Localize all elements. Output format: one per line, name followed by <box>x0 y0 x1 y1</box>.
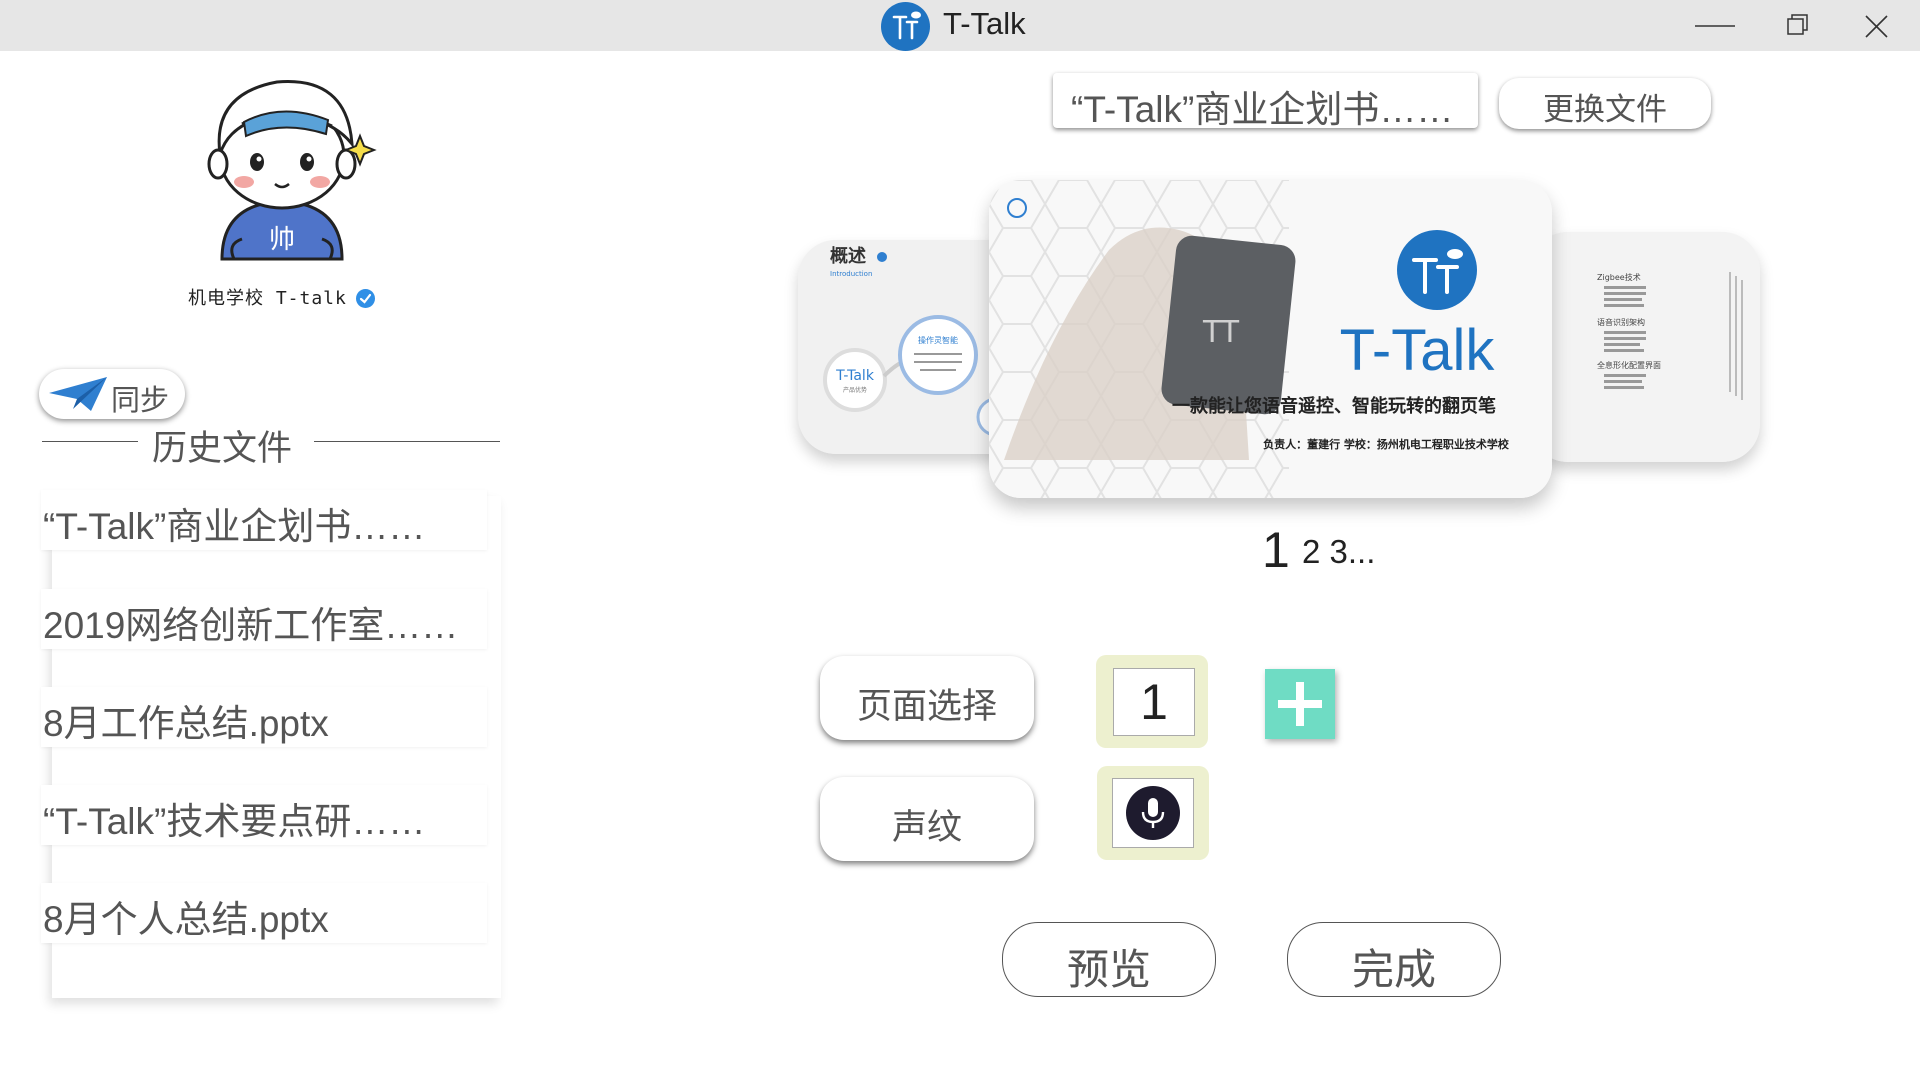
microphone-icon <box>1126 786 1180 840</box>
avatar-shirt-text: 帅 <box>269 225 295 255</box>
history-item-label: 2019网络创新工作室…… <box>43 605 459 646</box>
history-item[interactable]: 8月工作总结.pptx <box>41 687 487 747</box>
slide-bullet: Zigbee技术 <box>1597 272 1641 282</box>
close-button[interactable] <box>1848 0 1908 51</box>
slide-footer: 负责人：董建行 学校：扬州机电工程职业技术学校 <box>1263 437 1510 451</box>
slide-node-main: T-Talk <box>835 368 875 384</box>
app-logo-icon <box>881 2 930 51</box>
plus-icon <box>1278 682 1322 726</box>
history-item[interactable]: “T-Talk”商业企划书…… <box>41 490 487 550</box>
sync-button-label: 同步 <box>111 383 170 417</box>
slide-logo-text: T-Talk <box>1340 318 1496 383</box>
add-button[interactable] <box>1265 669 1335 739</box>
divider-right <box>314 441 500 442</box>
slide-heading: 概述 <box>830 245 866 267</box>
paper-plane-icon <box>49 377 107 411</box>
current-file-name[interactable]: “T-Talk”商业企划书…… <box>1053 73 1478 130</box>
close-icon <box>1865 15 1888 38</box>
restore-icon <box>1787 14 1808 35</box>
voiceprint-button[interactable]: 声纹 <box>820 777 1034 861</box>
history-item-label: “T-Talk”技术要点研…… <box>43 801 426 842</box>
preview-button[interactable]: 预览 <box>1002 922 1216 997</box>
history-item[interactable]: “T-Talk”技术要点研…… <box>41 785 487 845</box>
page-select-button[interactable]: 页面选择 <box>820 656 1034 740</box>
window-title: T-Talk <box>943 6 1026 41</box>
slide-bullet: 全息形化配置界面 <box>1597 360 1661 370</box>
slide-preview-current[interactable]: TT T-Talk 一款能让您语音遥控、智能玩转的翻页笔 负责人：董建行 学校：… <box>989 180 1552 498</box>
mic-button[interactable] <box>1112 778 1194 848</box>
slide-node-sub: 产品优势 <box>843 386 867 394</box>
slide-preview-next[interactable]: Zigbee技术 语音识别架构 全息形化配置界面 <box>1530 232 1760 462</box>
history-item[interactable]: 8月个人总结.pptx <box>41 883 487 943</box>
history-item-label: 8月个人总结.pptx <box>43 899 329 940</box>
history-title: 历史文件 <box>152 429 293 469</box>
current-page-number: 1 <box>1262 522 1290 578</box>
page-number-input[interactable]: 1 <box>1113 668 1195 736</box>
minimize-button[interactable] <box>1686 0 1746 51</box>
slide-node-top: 操作灵智能 <box>918 335 958 345</box>
verified-icon <box>356 289 375 308</box>
slide-tagline: 一款能让您语音遥控、智能玩转的翻页笔 <box>1172 395 1496 417</box>
next-page-numbers[interactable]: 2 3... <box>1302 533 1375 571</box>
sync-button[interactable]: 同步 <box>39 369 185 419</box>
slide-bullet: 语音识别架构 <box>1597 317 1645 327</box>
history-item[interactable]: 2019网络创新工作室…… <box>41 589 487 649</box>
title-bar: T-Talk <box>0 0 1920 51</box>
done-button[interactable]: 完成 <box>1287 922 1501 997</box>
svg-text:TT: TT <box>1202 315 1240 350</box>
divider-left <box>42 441 138 442</box>
history-item-label: “T-Talk”商业企划书…… <box>43 506 426 547</box>
minimize-icon <box>1695 25 1735 27</box>
avatar[interactable]: 帅 <box>182 64 382 274</box>
restore-button[interactable] <box>1768 0 1828 51</box>
username: 机电学校 T-talk <box>188 288 347 309</box>
change-file-button[interactable]: 更换文件 <box>1499 78 1711 129</box>
slide-subheading: Introduction <box>830 270 872 278</box>
history-item-label: 8月工作总结.pptx <box>43 703 329 744</box>
